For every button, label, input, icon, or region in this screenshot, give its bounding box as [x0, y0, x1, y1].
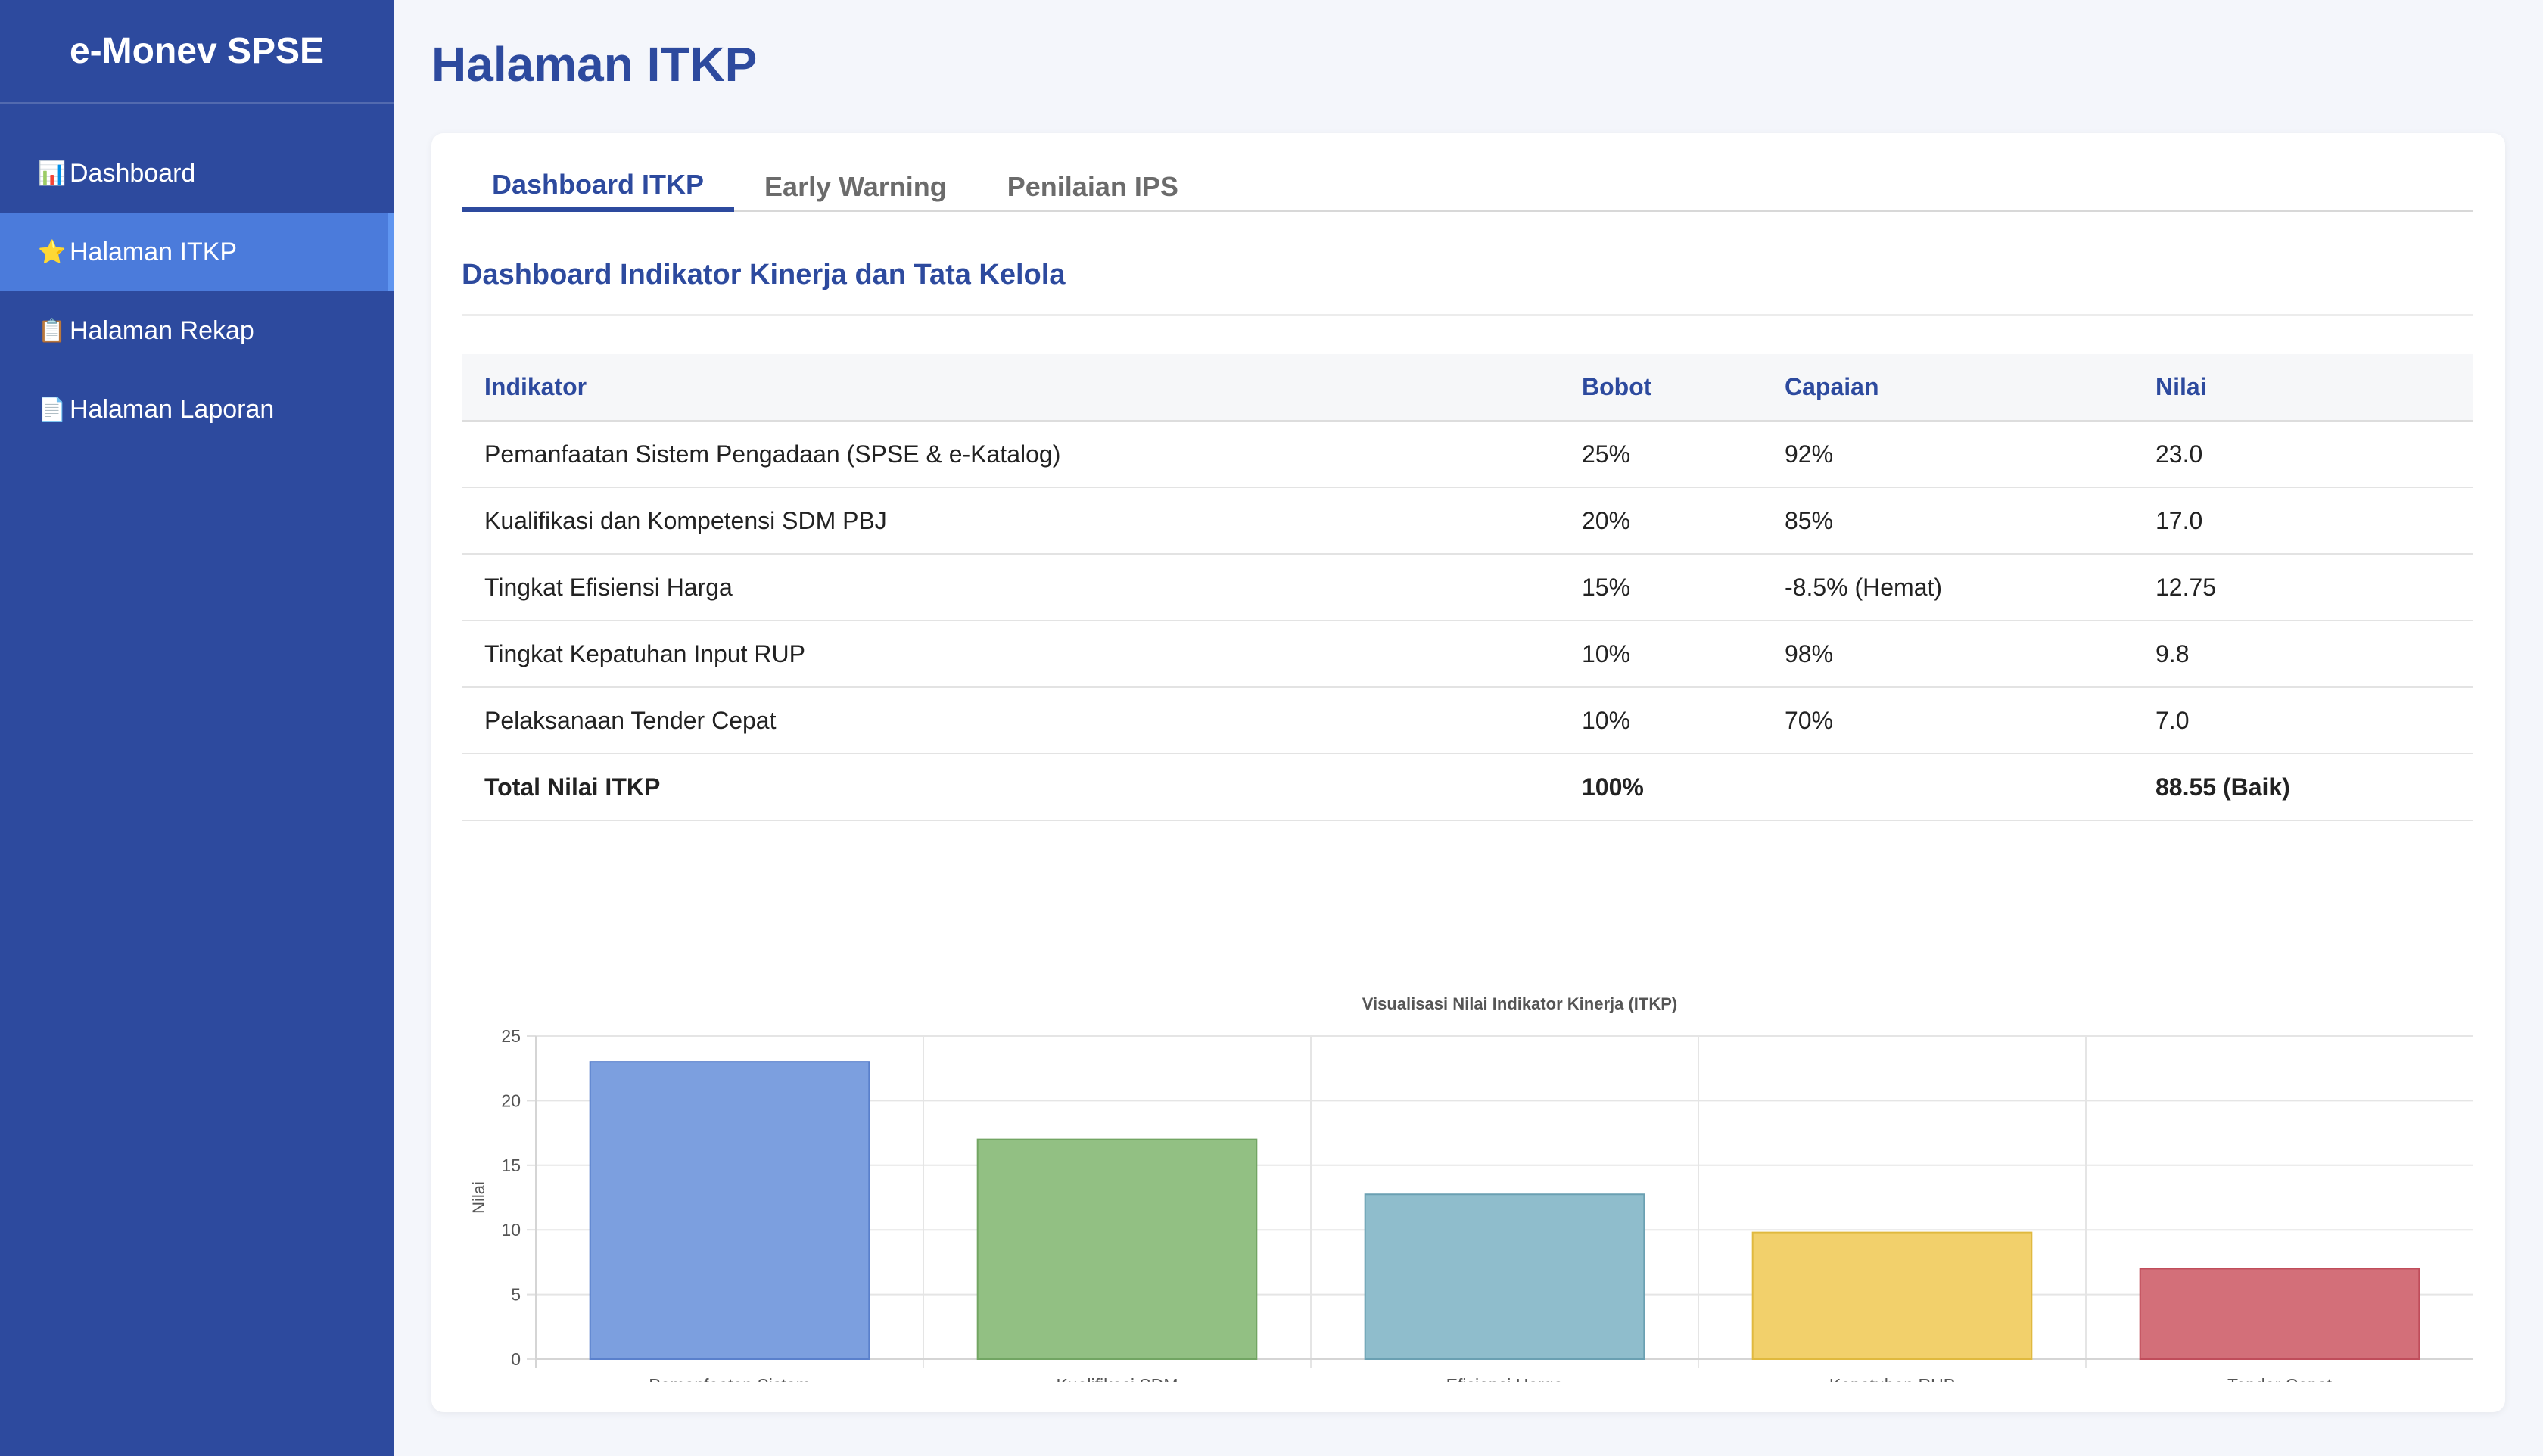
- chart-title: Visualisasi Nilai Indikator Kinerja (ITK…: [1362, 994, 1678, 1013]
- x-tick-label: Efisiensi Harga: [1446, 1375, 1564, 1382]
- table-row: Tingkat Kepatuhan Input RUP 10% 98% 9.8: [462, 621, 2473, 688]
- cell-capaian: 98%: [1762, 621, 2133, 688]
- cell-nilai: 9.8: [2133, 621, 2473, 688]
- tab-bar: Dashboard ITKP Early Warning Penilaian IPS: [462, 162, 2473, 212]
- column-header-capaian: Capaian: [1762, 354, 2133, 422]
- bar-efisiensi-harga: [1364, 1193, 1645, 1361]
- bar-chart-icon: 📊: [38, 160, 67, 186]
- tab-dashboard-itkp[interactable]: Dashboard ITKP: [462, 162, 735, 212]
- bar-pemanfaatan-sistem: [589, 1061, 870, 1360]
- y-axis-label: Nilai: [469, 1181, 488, 1214]
- page-title: Halaman ITKP: [431, 37, 758, 92]
- y-tick-label: 10: [501, 1220, 521, 1240]
- table-row: Pelaksanaan Tender Cepat 10% 70% 7.0: [462, 687, 2473, 754]
- table-header-row: Indikator Bobot Capaian Nilai: [462, 354, 2473, 422]
- y-tick-label: 5: [511, 1285, 521, 1305]
- sidebar-item-label: Halaman Laporan: [70, 394, 275, 424]
- cell-indikator: Tingkat Kepatuhan Input RUP: [462, 621, 1559, 688]
- itkp-table: Indikator Bobot Capaian Nilai Pemanfaata…: [462, 354, 2473, 821]
- x-tick-label: Kualifikasi SDM: [1056, 1375, 1178, 1382]
- sidebar-item-label: Halaman Rekap: [70, 316, 254, 345]
- sidebar-nav: 📊 Dashboard ⭐ Halaman ITKP 📋 Halaman Rekap 📄 Ha…: [0, 134, 394, 449]
- y-tick-label: 25: [501, 1026, 521, 1046]
- cell-bobot: 25%: [1559, 421, 1762, 488]
- sidebar: e-Monev SPSE 📊 Dashboard ⭐ Halaman ITKP 📋 Hal…: [0, 0, 394, 1456]
- sidebar-item-halaman-laporan[interactable]: 📄 Halaman Laporan: [0, 370, 394, 449]
- star-icon: ⭐: [38, 239, 67, 265]
- x-tick-label: Pemanfaatan Sistem: [649, 1375, 811, 1382]
- sidebar-item-halaman-itkp[interactable]: ⭐ Halaman ITKP: [0, 213, 394, 291]
- bar-kepatuhan-rup: [1751, 1231, 2033, 1360]
- cell-nilai: 7.0: [2133, 687, 2473, 754]
- bar-kualifikasi-sdm: [976, 1138, 1258, 1360]
- table-total-row: Total Nilai ITKP 100% 88.55 (Baik): [462, 754, 2473, 821]
- sidebar-item-label: Halaman ITKP: [70, 237, 238, 266]
- cell-capaian: -8.5% (Hemat): [1762, 554, 2133, 621]
- tab-penilaian-ips[interactable]: Penilaian IPS: [977, 162, 1209, 212]
- cell-indikator: Tingkat Efisiensi Harga: [462, 554, 1559, 621]
- x-tick-label: Kepatuhan RUP: [1829, 1375, 1955, 1382]
- table-row: Kualifikasi dan Kompetensi SDM PBJ 20% 85%…: [462, 487, 2473, 555]
- cell-bobot: 20%: [1559, 487, 1762, 555]
- chart-svg: Visualisasi Nilai Indikator Kinerja (ITK…: [469, 994, 2473, 1382]
- cell-indikator: Pelaksanaan Tender Cepat: [462, 687, 1559, 754]
- y-tick-label: 20: [501, 1090, 521, 1110]
- cell-capaian: 85%: [1762, 487, 2133, 555]
- cell-capaian: 92%: [1762, 421, 2133, 488]
- cell-bobot: 10%: [1559, 687, 1762, 754]
- section-title: Dashboard Indikator Kinerja dan Tata Kel…: [462, 259, 2473, 316]
- table-row: Tingkat Efisiensi Harga 15% -8.5% (Hemat) 1…: [462, 554, 2473, 621]
- sidebar-item-label: Dashboard: [70, 158, 196, 188]
- cell-nilai: 17.0: [2133, 487, 2473, 555]
- table-row: Pemanfaatan Sistem Pengadaan (SPSE & e-K…: [462, 421, 2473, 488]
- bar-tender-cepat: [2139, 1268, 2420, 1360]
- total-cell-indikator: Total Nilai ITKP: [462, 754, 1559, 821]
- cell-indikator: Pemanfaatan Sistem Pengadaan (SPSE & e-K…: [462, 421, 1559, 488]
- cell-nilai: 12.75: [2133, 554, 2473, 621]
- total-cell-nilai: 88.55 (Baik): [2133, 754, 2473, 821]
- cell-indikator: Kualifikasi dan Kompetensi SDM PBJ: [462, 487, 1559, 555]
- y-tick-label: 0: [511, 1349, 521, 1369]
- brand-logo[interactable]: e-Monev SPSE: [0, 0, 394, 104]
- total-cell-bobot: 100%: [1559, 754, 1762, 821]
- clipboard-icon: 📋: [38, 318, 67, 344]
- sidebar-item-dashboard[interactable]: 📊 Dashboard: [0, 134, 394, 213]
- cell-bobot: 15%: [1559, 554, 1762, 621]
- column-header-indikator: Indikator: [462, 354, 1559, 422]
- tab-early-warning[interactable]: Early Warning: [734, 162, 977, 212]
- cell-bobot: 10%: [1559, 621, 1762, 688]
- document-icon: 📄: [38, 397, 67, 422]
- column-header-nilai: Nilai: [2133, 354, 2473, 422]
- total-cell-capaian: [1762, 754, 2133, 821]
- x-tick-label: Tender Cepat: [2227, 1375, 2333, 1382]
- cell-nilai: 23.0: [2133, 421, 2473, 488]
- cell-capaian: 70%: [1762, 687, 2133, 754]
- sidebar-item-halaman-rekap[interactable]: 📋 Halaman Rekap: [0, 291, 394, 370]
- y-tick-label: 15: [501, 1156, 521, 1175]
- column-header-bobot: Bobot: [1559, 354, 1762, 422]
- content-card: Dashboard ITKP Early Warning Penilaian IPS…: [431, 133, 2505, 1412]
- itkp-bar-chart: Visualisasi Nilai Indikator Kinerja (ITK…: [462, 981, 2473, 1382]
- main-content: Halaman ITKP Dashboard ITKP Early Warning…: [394, 0, 2543, 1456]
